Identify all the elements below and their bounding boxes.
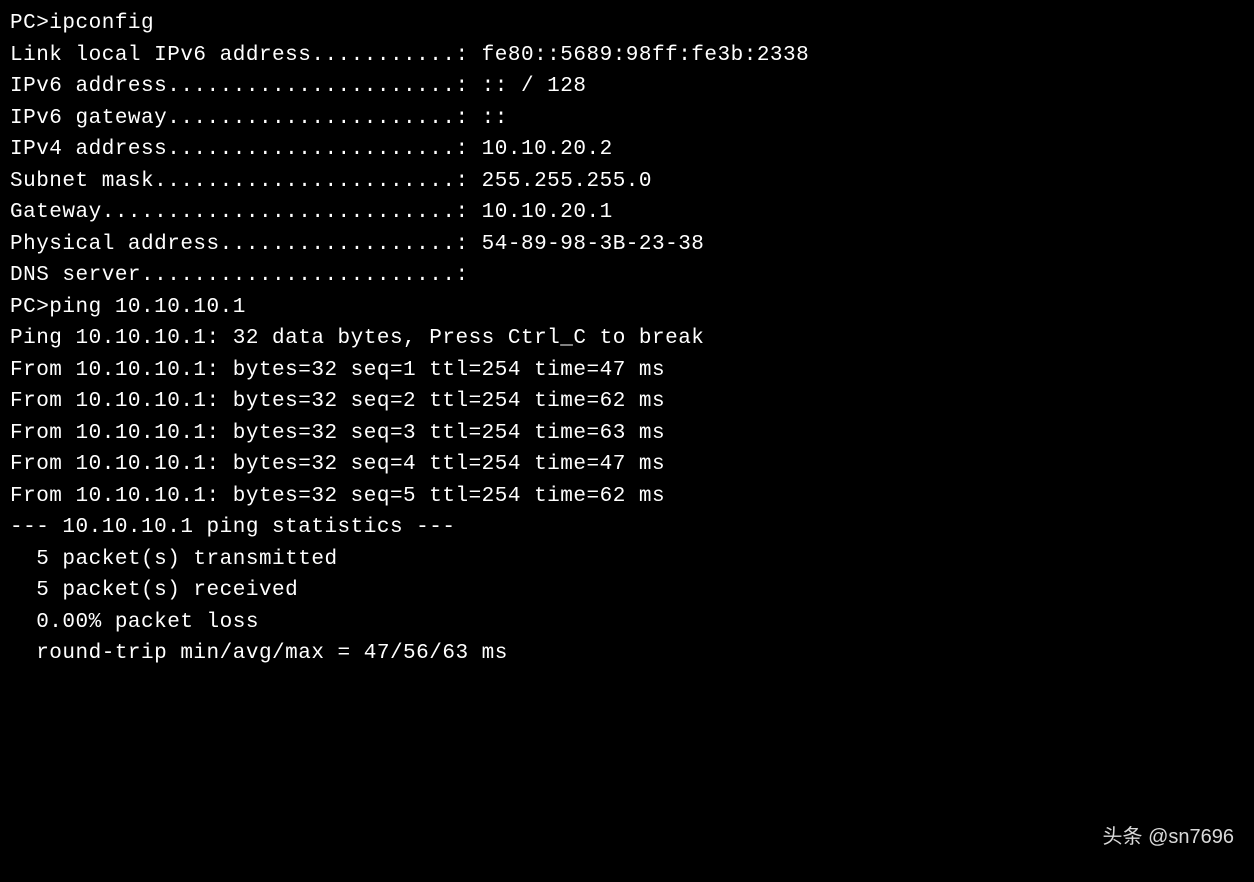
- ipconfig-physical-address: Physical address..................: 54-8…: [10, 229, 1244, 261]
- ipconfig-subnet-mask: Subnet mask.......................: 255.…: [10, 166, 1244, 198]
- ipconfig-ipv4-address: IPv4 address......................: 10.1…: [10, 134, 1244, 166]
- ping-stats-loss: 0.00% packet loss: [10, 607, 1244, 639]
- prompt-line: PC>ping 10.10.10.1: [10, 292, 1244, 324]
- ping-reply: From 10.10.10.1: bytes=32 seq=5 ttl=254 …: [10, 481, 1244, 513]
- prompt-line: PC>ipconfig: [10, 8, 1244, 40]
- ipconfig-gateway: Gateway...........................: 10.1…: [10, 197, 1244, 229]
- ping-reply: From 10.10.10.1: bytes=32 seq=2 ttl=254 …: [10, 386, 1244, 418]
- ipconfig-link-local-ipv6: Link local IPv6 address...........: fe80…: [10, 40, 1244, 72]
- ping-stats-received: 5 packet(s) received: [10, 575, 1244, 607]
- ipconfig-ipv6-address: IPv6 address......................: :: /…: [10, 71, 1244, 103]
- ping-reply: From 10.10.10.1: bytes=32 seq=1 ttl=254 …: [10, 355, 1244, 387]
- terminal-output[interactable]: PC>ipconfig Link local IPv6 address.....…: [10, 8, 1244, 670]
- ping-stats-rtt: round-trip min/avg/max = 47/56/63 ms: [10, 638, 1244, 670]
- ping-stats-transmitted: 5 packet(s) transmitted: [10, 544, 1244, 576]
- watermark-text: 头条 @sn7696: [1103, 822, 1234, 852]
- ipconfig-dns-server: DNS server........................:: [10, 260, 1244, 292]
- ping-header: Ping 10.10.10.1: 32 data bytes, Press Ct…: [10, 323, 1244, 355]
- ipconfig-ipv6-gateway: IPv6 gateway......................: ::: [10, 103, 1244, 135]
- ping-reply: From 10.10.10.1: bytes=32 seq=4 ttl=254 …: [10, 449, 1244, 481]
- ping-reply: From 10.10.10.1: bytes=32 seq=3 ttl=254 …: [10, 418, 1244, 450]
- ping-stats-header: --- 10.10.10.1 ping statistics ---: [10, 512, 1244, 544]
